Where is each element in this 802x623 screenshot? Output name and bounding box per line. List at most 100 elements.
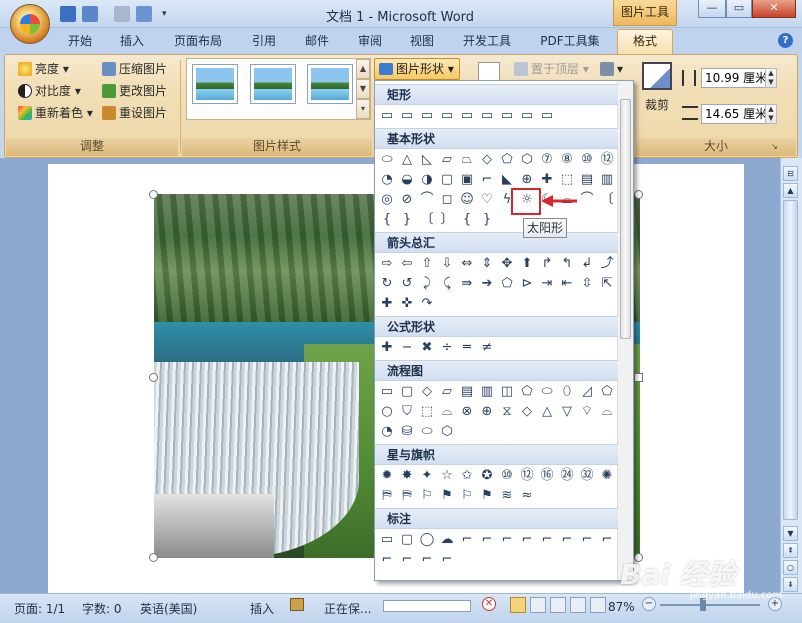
basic-shape[interactable]: ⊕ [519, 172, 535, 188]
rectangle-shape[interactable]: ▭ [439, 108, 455, 124]
status-zoom-level[interactable]: 87% [608, 600, 635, 614]
flowchart-shape[interactable]: ⌓ [599, 404, 615, 420]
star-shape[interactable]: ≈ [519, 488, 535, 504]
basic-shape[interactable]: ◣ [499, 172, 515, 188]
arrow-shape[interactable]: ✜ [399, 296, 415, 312]
tab-home[interactable]: 开始 [60, 32, 100, 52]
arrow-shape[interactable]: ⇛ [459, 276, 475, 292]
basic-shape[interactable]: ▢ [439, 172, 455, 188]
flowchart-shape[interactable]: ◇ [519, 404, 535, 420]
arrow-shape[interactable]: ↰ [559, 256, 575, 272]
star-shape[interactable]: ☆ [439, 468, 455, 484]
redo-icon[interactable] [114, 6, 130, 22]
callout-shape[interactable]: ⌐ [539, 532, 555, 548]
flowchart-shape[interactable]: △ [539, 404, 555, 420]
crop-button[interactable]: 裁剪 [645, 96, 669, 114]
flowchart-shape[interactable]: ⧖ [499, 404, 515, 420]
basic-shape[interactable]: ⑫ [599, 152, 615, 168]
rectangle-shape[interactable]: ▭ [519, 108, 535, 124]
basic-shape[interactable]: ▣ [459, 172, 475, 188]
callout-shape[interactable]: ⌐ [559, 532, 575, 548]
arrow-shape[interactable]: ↲ [579, 256, 595, 272]
equation-shape[interactable]: ≠ [479, 340, 495, 356]
draft-view-icon[interactable] [590, 597, 606, 613]
star-shape[interactable]: ⚑ [439, 488, 455, 504]
tab-developer[interactable]: 开发工具 [455, 32, 519, 52]
equation-shape[interactable]: − [399, 340, 415, 356]
star-shape[interactable]: ✪ [479, 468, 495, 484]
equation-shape[interactable]: ═ [459, 340, 475, 356]
basic-shape[interactable]: ☺ [459, 192, 475, 208]
zoom-slider[interactable] [660, 604, 760, 606]
print-layout-view-icon[interactable] [510, 597, 526, 613]
web-layout-view-icon[interactable] [550, 597, 566, 613]
basic-shape[interactable]: ⏢ [459, 152, 475, 168]
picture-style-option-1[interactable] [192, 64, 238, 104]
rectangle-shape[interactable]: ▭ [539, 108, 555, 124]
basic-shape[interactable]: ⬡ [519, 152, 535, 168]
star-shape[interactable]: ㉜ [579, 468, 595, 484]
tab-review[interactable]: 审阅 [350, 32, 390, 52]
cancel-save-icon[interactable]: ✕ [482, 597, 496, 611]
tab-pdf-tools[interactable]: PDF工具集 [532, 32, 608, 52]
print-preview-icon[interactable] [136, 6, 152, 22]
flowchart-shape[interactable]: ⊗ [459, 404, 475, 420]
callout-shape[interactable]: ⌐ [579, 532, 595, 548]
picture-style-option-2[interactable] [250, 64, 296, 104]
flowchart-shape[interactable]: ◔ [379, 424, 395, 440]
arrow-shape[interactable]: ⤹ [439, 276, 455, 292]
scroll-thumb[interactable] [783, 200, 798, 520]
flowchart-shape[interactable]: ▢ [399, 384, 415, 400]
shapes-dropdown-scrollbar[interactable] [617, 81, 633, 580]
callout-shape[interactable]: ⌐ [459, 532, 475, 548]
browse-object-icon[interactable]: ○ [783, 560, 798, 575]
flowchart-shape[interactable]: ⬭ [419, 424, 435, 440]
star-shape[interactable]: ⑩ [499, 468, 515, 484]
align-button[interactable]: ▾ [600, 60, 623, 78]
status-page[interactable]: 页面: 1/1 [14, 600, 65, 617]
flowchart-shape[interactable]: ◇ [419, 384, 435, 400]
basic-shape[interactable]: ⑧ [559, 152, 575, 168]
arrow-shape[interactable]: ✥ [499, 256, 515, 272]
close-button[interactable]: ✕ [752, 0, 796, 18]
arrow-shape[interactable]: ⇱ [599, 276, 615, 292]
rectangle-shape[interactable]: ▭ [479, 108, 495, 124]
basic-shape[interactable]: △ [399, 152, 415, 168]
outline-view-icon[interactable] [570, 597, 586, 613]
maximize-button[interactable]: ▭ [726, 0, 752, 18]
flowchart-shape[interactable]: ⌔ [579, 404, 595, 420]
rectangle-shape[interactable]: ▭ [399, 108, 415, 124]
zoom-out-button[interactable]: − [642, 597, 656, 611]
basic-shape[interactable]: ⬭ [379, 152, 395, 168]
basic-shape[interactable]: { [379, 212, 395, 228]
basic-shape[interactable]: } [479, 212, 495, 228]
arrow-shape[interactable]: ↻ [379, 276, 395, 292]
arrow-shape[interactable]: ✚ [379, 296, 395, 312]
basic-shape[interactable]: ◎ [379, 192, 395, 208]
arrow-shape[interactable]: ➔ [479, 276, 495, 292]
basic-shape[interactable]: } [399, 212, 415, 228]
basic-shape[interactable]: ◺ [419, 152, 435, 168]
arrow-shape[interactable]: ⬠ [499, 276, 515, 292]
basic-shape[interactable]: ⬠ [499, 152, 515, 168]
star-shape[interactable]: ✺ [599, 468, 615, 484]
basic-shape[interactable]: ⌐ [479, 172, 495, 188]
star-shape[interactable]: ✩ [459, 468, 475, 484]
basic-shape[interactable]: 〔 [599, 192, 615, 208]
help-icon[interactable]: ? [778, 33, 793, 48]
picture-shape-button[interactable]: 图片形状 ▾ [374, 58, 460, 80]
flowchart-shape[interactable]: ⬠ [599, 384, 615, 400]
basic-shape[interactable]: ▥ [599, 172, 615, 188]
flowchart-shape[interactable]: ▤ [459, 384, 475, 400]
flowchart-shape[interactable]: ○ [379, 404, 395, 420]
star-shape[interactable]: ✹ [379, 468, 395, 484]
arrow-shape[interactable]: ⇨ [379, 256, 395, 272]
basic-shape[interactable]: ◻ [439, 192, 455, 208]
flowchart-shape[interactable]: ⛉ [399, 404, 415, 420]
basic-shape[interactable]: ▱ [439, 152, 455, 168]
flowchart-shape[interactable]: ⬚ [419, 404, 435, 420]
undo-icon[interactable] [82, 6, 98, 22]
contrast-button[interactable]: 对比度 ▾ [18, 82, 81, 100]
callout-shape[interactable]: ⌐ [479, 532, 495, 548]
star-shape[interactable]: ⚑ [479, 488, 495, 504]
